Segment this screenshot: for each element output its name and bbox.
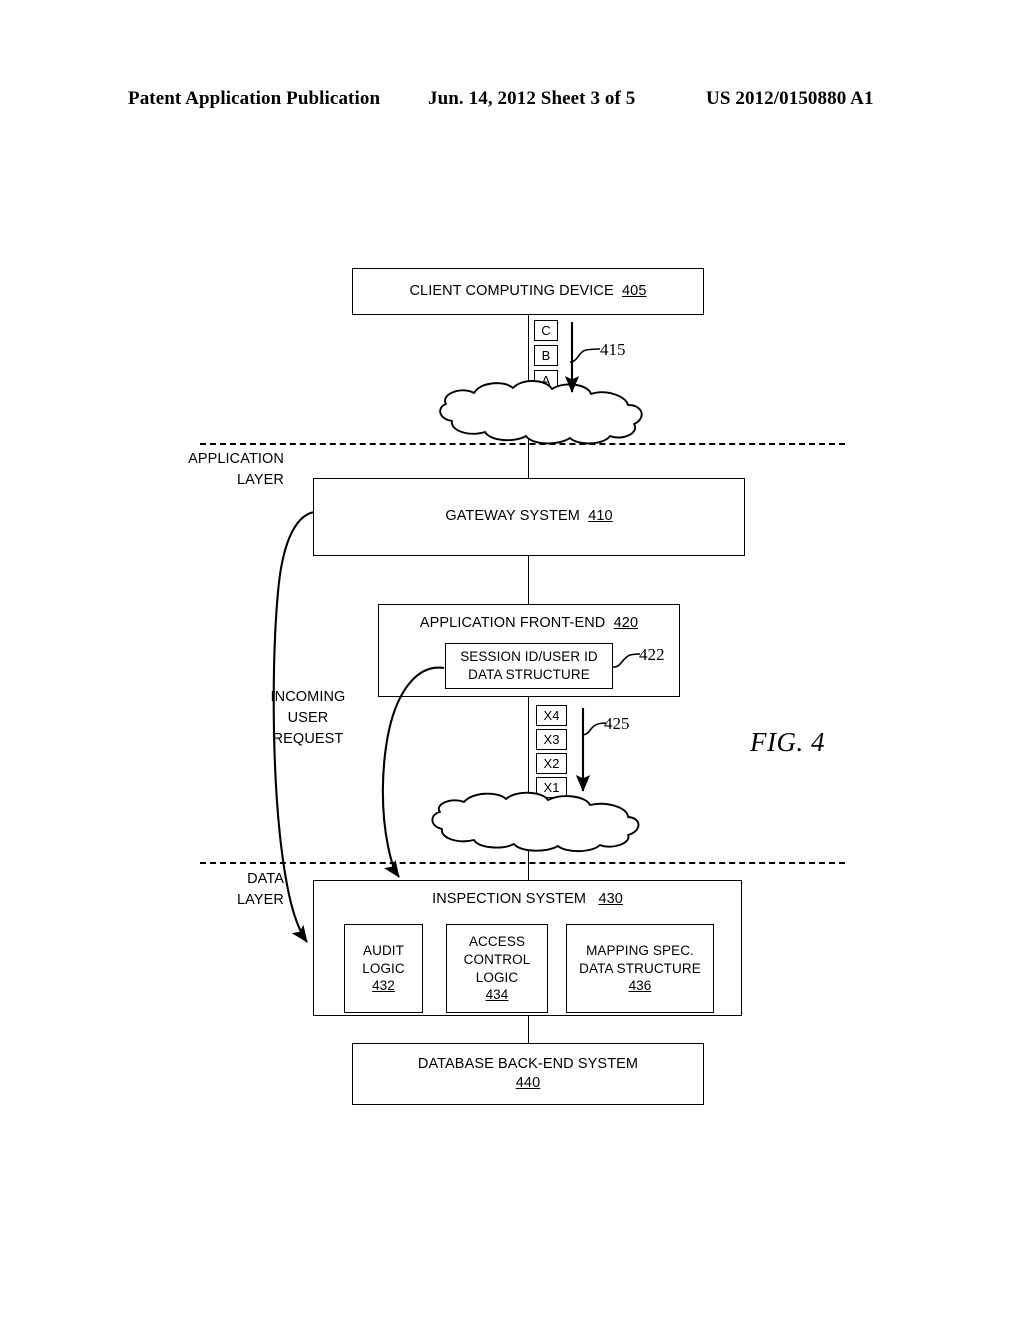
access-line-2: CONTROL [463, 951, 531, 967]
access-block-text: ACCESS CONTROL LOGIC 434 [464, 933, 531, 1004]
inspection-block-text: INSPECTION SYSTEM 430 [432, 890, 623, 909]
client-block-label: CLIENT COMPUTING DEVICE [409, 282, 614, 299]
mapping-line-1: MAPPING SPEC. [586, 942, 694, 958]
access-line-1: ACCESS [468, 933, 526, 949]
database-block-text: DATABASE BACK-END SYSTEM 440 [418, 1055, 638, 1093]
session-id-user-id-data-structure-block: SESSION ID/USER ID DATA STRUCTURE [445, 643, 613, 689]
access-control-logic-block: ACCESS CONTROL LOGIC 434 [446, 924, 548, 1013]
application-layer-divider [200, 443, 845, 445]
audit-block-ref: 432 [372, 978, 395, 994]
header-date-sheet: Jun. 14, 2012 Sheet 3 of 5 [428, 88, 636, 109]
access-block-ref: 434 [485, 987, 509, 1003]
figure-caption: FIG. 4 [750, 727, 825, 757]
incoming-user-request-label: INCOMING USER REQUEST [270, 689, 346, 748]
packet-x4: X4 [536, 705, 567, 726]
frontend-block-text: APPLICATION FRONT-END 420 [420, 614, 638, 633]
gateway-block-label: GATEWAY SYSTEM [445, 508, 580, 525]
frontend-block-label: APPLICATION FRONT-END [419, 615, 606, 631]
data-layer-divider [200, 862, 845, 864]
mapping-line-2: DATA STRUCTURE [579, 960, 701, 976]
page-header: Patent Application Publication Jun. 14, … [0, 88, 1024, 114]
mapping-block-ref: 436 [628, 978, 652, 994]
database-block-label: DATABASE BACK-END SYSTEM [417, 1055, 639, 1072]
packet-c: C [534, 320, 558, 341]
header-publication: Patent Application Publication [128, 88, 381, 109]
header-patent-number: US 2012/0150880 A1 [706, 88, 874, 109]
mapping-block-text: MAPPING SPEC. DATA STRUCTURE 436 [579, 942, 701, 995]
reference-numeral-415: 415 [600, 340, 626, 359]
data-layer-label: DATA LAYER [237, 871, 284, 909]
access-line-3: LOGIC [475, 969, 519, 985]
audit-logic-block: AUDIT LOGIC 432 [344, 924, 423, 1013]
database-backend-system-block: DATABASE BACK-END SYSTEM 440 [352, 1043, 704, 1105]
packet-b: B [534, 345, 558, 366]
packet-x2: X2 [536, 753, 567, 774]
session-line-1: SESSION ID/USER ID [460, 649, 598, 665]
session-block-text: SESSION ID/USER ID DATA STRUCTURE [460, 648, 598, 684]
client-block-ref: 405 [622, 282, 647, 299]
client-block-text: CLIENT COMPUTING DEVICE 405 [409, 282, 646, 301]
network-cloud-lower [431, 791, 640, 853]
packet-x3: X3 [536, 729, 567, 750]
packet-stack-lower: X4 X3 X2 X1 [536, 705, 567, 801]
audit-block-text: AUDIT LOGIC 432 [362, 942, 405, 995]
connector-gateway-to-frontend [528, 555, 529, 605]
session-line-2: DATA STRUCTURE [468, 667, 590, 682]
database-block-ref: 440 [515, 1075, 541, 1091]
inspection-block-ref: 430 [598, 891, 623, 907]
session-to-inspection-arrow [381, 666, 445, 878]
leader-425 [581, 722, 607, 736]
connector-inspection-to-database [528, 1015, 529, 1044]
reference-numeral-422: 422 [639, 645, 665, 664]
audit-line-2: LOGIC [362, 960, 405, 976]
gateway-block-ref: 410 [588, 508, 613, 525]
gateway-block-text: GATEWAY SYSTEM 410 [445, 507, 612, 526]
audit-line-1: AUDIT [362, 942, 404, 958]
frontend-block-ref: 420 [613, 615, 639, 631]
gateway-system-block: GATEWAY SYSTEM 410 [313, 478, 745, 556]
inspection-block-label: INSPECTION SYSTEM [432, 891, 587, 907]
reference-numeral-425: 425 [604, 714, 630, 733]
application-layer-label: APPLICATION LAYER [188, 451, 284, 489]
network-cloud-upper [439, 380, 643, 445]
client-computing-device-block: CLIENT COMPUTING DEVICE 405 [352, 268, 704, 315]
patent-figure-page: Patent Application Publication Jun. 14, … [0, 0, 1024, 1320]
mapping-spec-data-structure-block: MAPPING SPEC. DATA STRUCTURE 436 [566, 924, 714, 1013]
leader-415 [569, 348, 601, 363]
